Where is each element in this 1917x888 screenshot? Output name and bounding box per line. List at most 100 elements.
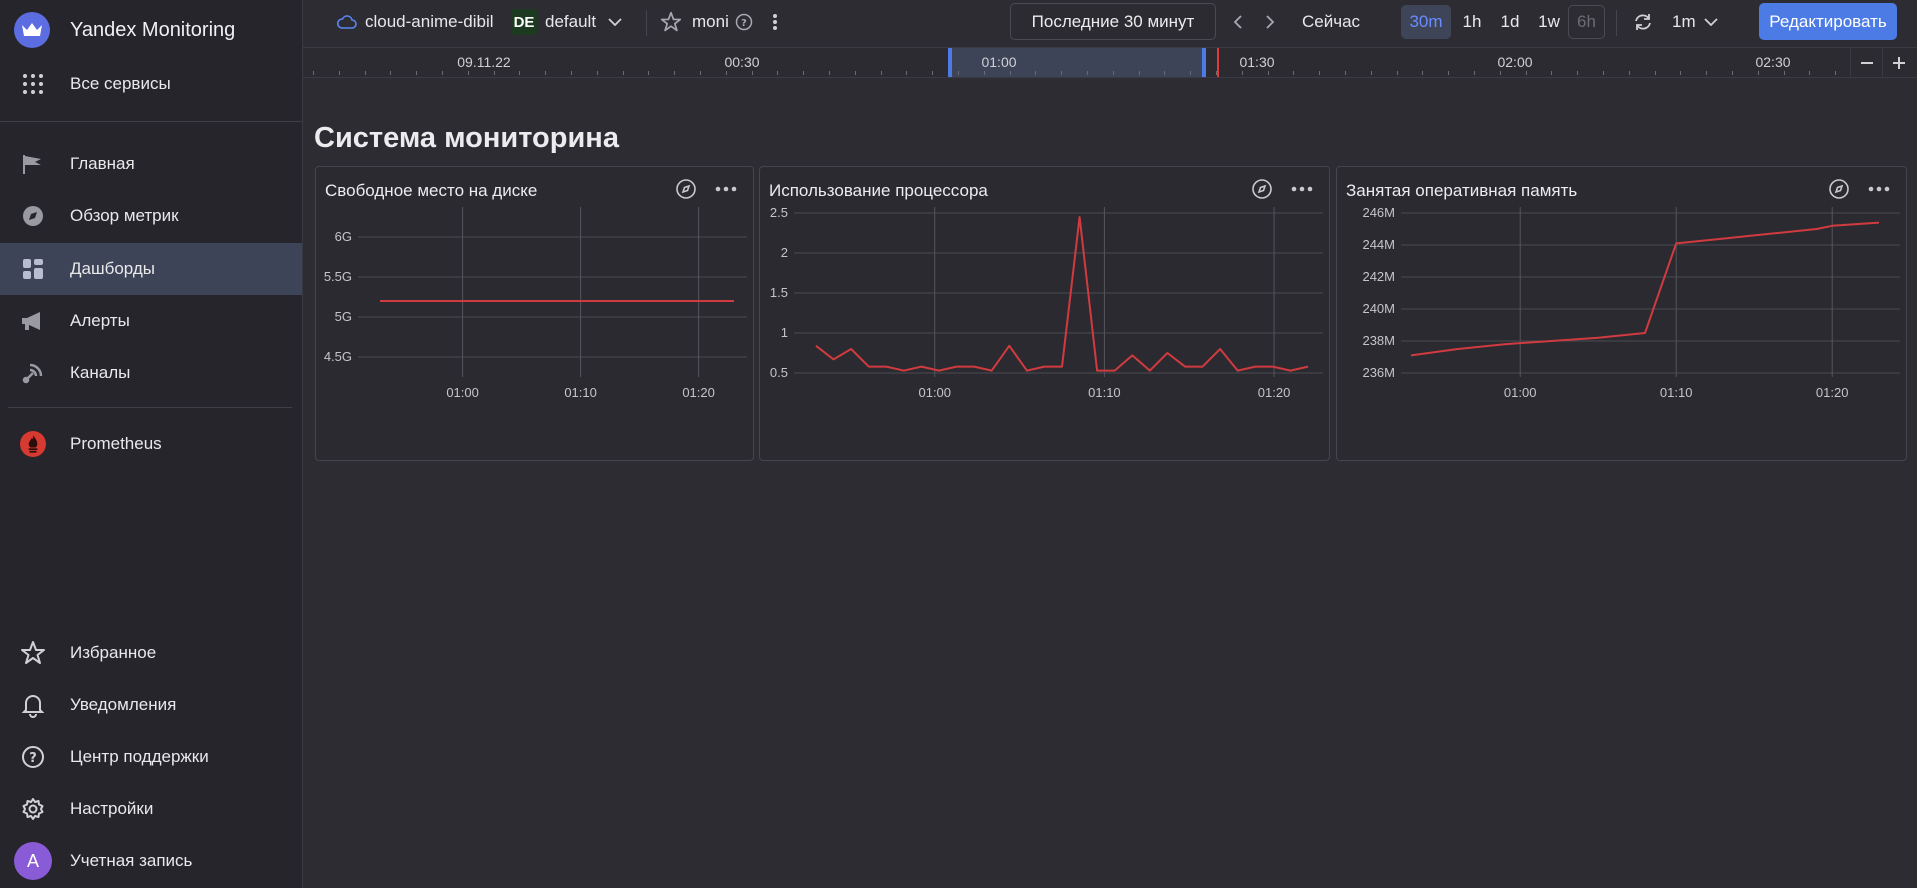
svg-text:?: ? xyxy=(741,18,747,29)
sidebar-item-label: Каналы xyxy=(70,363,131,382)
star-icon xyxy=(660,11,682,33)
timeline-tick xyxy=(674,71,675,75)
sidebar: Yandex Monitoring Все сервисы Главная Об… xyxy=(0,0,303,888)
avatar-icon: A xyxy=(14,842,52,880)
timeline-tick xyxy=(1706,71,1707,75)
sidebar-item-label: Обзор метрик xyxy=(70,206,179,225)
time-range-button[interactable]: Последние 30 минут xyxy=(1010,3,1216,40)
folder-selector[interactable]: DE default xyxy=(511,0,622,44)
sidebar-item-label: Уведомления xyxy=(70,695,177,714)
sidebar-item-settings[interactable]: Настройки xyxy=(0,783,302,835)
now-button[interactable]: Сейчас xyxy=(1302,0,1360,44)
help-icon: ? xyxy=(20,744,46,770)
chevron-right-icon xyxy=(1266,15,1275,29)
sidebar-item-support[interactable]: ? Центр поддержки xyxy=(0,731,302,783)
dashboard-grid-icon xyxy=(20,256,46,282)
help-icon[interactable]: ? xyxy=(735,13,753,31)
all-services-item[interactable]: Все сервисы xyxy=(0,58,302,110)
more-horizontal-icon[interactable] xyxy=(1867,178,1891,200)
timeline-tick xyxy=(468,71,469,75)
compass-icon[interactable] xyxy=(1251,178,1273,200)
sidebar-item-label: Алерты xyxy=(70,311,130,330)
y-tick-label: 2 xyxy=(781,245,788,260)
brand[interactable]: Yandex Monitoring xyxy=(14,12,235,48)
refresh-interval-select[interactable]: 1m xyxy=(1672,0,1718,44)
prometheus-icon xyxy=(20,431,46,457)
folder-name: default xyxy=(545,12,597,31)
timeline-tick xyxy=(1113,71,1114,75)
x-tick-label: 01:00 xyxy=(446,385,479,400)
panel-title: Использование процессора xyxy=(769,181,988,200)
period-6h[interactable]: 6h xyxy=(1568,5,1605,39)
more-horizontal-icon[interactable] xyxy=(1290,178,1314,200)
sidebar-item-account[interactable]: A Учетная запись xyxy=(0,835,302,887)
cpu-usage-chart: 0.5 1 1.5 2 2.5 01:00 01:10 01:20 xyxy=(770,207,1323,400)
dashboard-title: Система мониторина xyxy=(314,122,619,154)
timeline-tick xyxy=(855,71,856,75)
timeline-tick xyxy=(1732,71,1733,75)
sidebar-item-channels[interactable]: Каналы xyxy=(0,347,302,399)
timeline-tick xyxy=(597,71,598,75)
apps-grid-icon xyxy=(20,71,46,97)
timeline-tick xyxy=(416,71,417,75)
next-range-button[interactable] xyxy=(1266,0,1275,44)
compass-icon[interactable] xyxy=(1828,178,1850,200)
prev-range-button[interactable] xyxy=(1233,0,1242,44)
more-horizontal-icon[interactable] xyxy=(714,178,738,200)
sidebar-item-dashboards[interactable]: Дашборды xyxy=(0,243,302,295)
bell-icon xyxy=(20,692,46,718)
zoom-in-button[interactable] xyxy=(1882,48,1914,77)
timeline-tick xyxy=(700,71,701,75)
period-1d[interactable]: 1d xyxy=(1493,5,1527,39)
sidebar-item-prometheus[interactable]: Prometheus xyxy=(0,418,302,470)
dashboard-name: moni ? xyxy=(692,0,753,44)
timeline-tick xyxy=(829,71,830,75)
cloud-selector[interactable]: cloud-anime-dibil xyxy=(337,0,494,44)
zoom-out-button[interactable] xyxy=(1850,48,1882,77)
timeline-tick xyxy=(1319,71,1320,75)
plus-icon xyxy=(1892,56,1905,69)
sidebar-divider xyxy=(8,407,292,408)
sidebar-item-label: Центр поддержки xyxy=(70,747,209,766)
sidebar-item-home[interactable]: Главная xyxy=(0,138,302,190)
broadcast-icon xyxy=(20,360,46,386)
sidebar-item-favorites[interactable]: Избранное xyxy=(0,627,302,679)
timeline-tick xyxy=(1758,71,1759,75)
timeline-tick xyxy=(777,71,778,75)
sidebar-item-metrics[interactable]: Обзор метрик xyxy=(0,190,302,242)
timeline-label: 01:00 xyxy=(981,54,1017,70)
timeline-tick xyxy=(1809,71,1810,75)
cloud-name: cloud-anime-dibil xyxy=(365,12,494,31)
compass-icon[interactable] xyxy=(675,178,697,200)
sidebar-item-label: Дашборды xyxy=(70,259,155,278)
header-divider xyxy=(1616,10,1617,36)
ram-used-chart: 236M 238M 240M 242M 244M 246M 01:00 01:10 01:20 xyxy=(1362,207,1900,400)
timeline-label: 00:30 xyxy=(724,54,760,70)
folder-badge: DE xyxy=(511,9,537,35)
chevron-down-icon xyxy=(1703,18,1718,26)
more-vertical-icon[interactable] xyxy=(772,0,778,44)
period-30m[interactable]: 30m xyxy=(1401,5,1451,39)
y-tick-label: 236M xyxy=(1362,365,1395,380)
edit-button[interactable]: Редактировать xyxy=(1759,3,1897,40)
sidebar-item-notifications[interactable]: Уведомления xyxy=(0,679,302,731)
refresh-button[interactable] xyxy=(1633,0,1653,44)
refresh-icon xyxy=(1633,12,1653,32)
timeline-tick xyxy=(442,71,443,75)
y-tick-label: 2.5 xyxy=(770,207,788,220)
timeline-tick xyxy=(1190,71,1191,75)
timeline-tick xyxy=(1551,71,1552,75)
timeline-tick xyxy=(390,71,391,75)
x-tick-label: 01:20 xyxy=(1258,385,1291,400)
sidebar-item-alerts[interactable]: Алерты xyxy=(0,295,302,347)
timeline-tick xyxy=(1629,71,1630,75)
header-divider xyxy=(646,10,647,36)
x-tick-label: 01:00 xyxy=(1504,385,1537,400)
timeline[interactable]: 09.11.22 00:30 01:00 01:30 02:00 02:30 xyxy=(303,47,1917,78)
favorite-toggle[interactable] xyxy=(660,0,682,44)
timeline-tick xyxy=(984,71,985,75)
period-1h[interactable]: 1h xyxy=(1455,5,1489,39)
y-tick-label: 0.5 xyxy=(770,365,788,380)
period-1w[interactable]: 1w xyxy=(1531,5,1567,39)
chevron-left-icon xyxy=(1233,15,1242,29)
